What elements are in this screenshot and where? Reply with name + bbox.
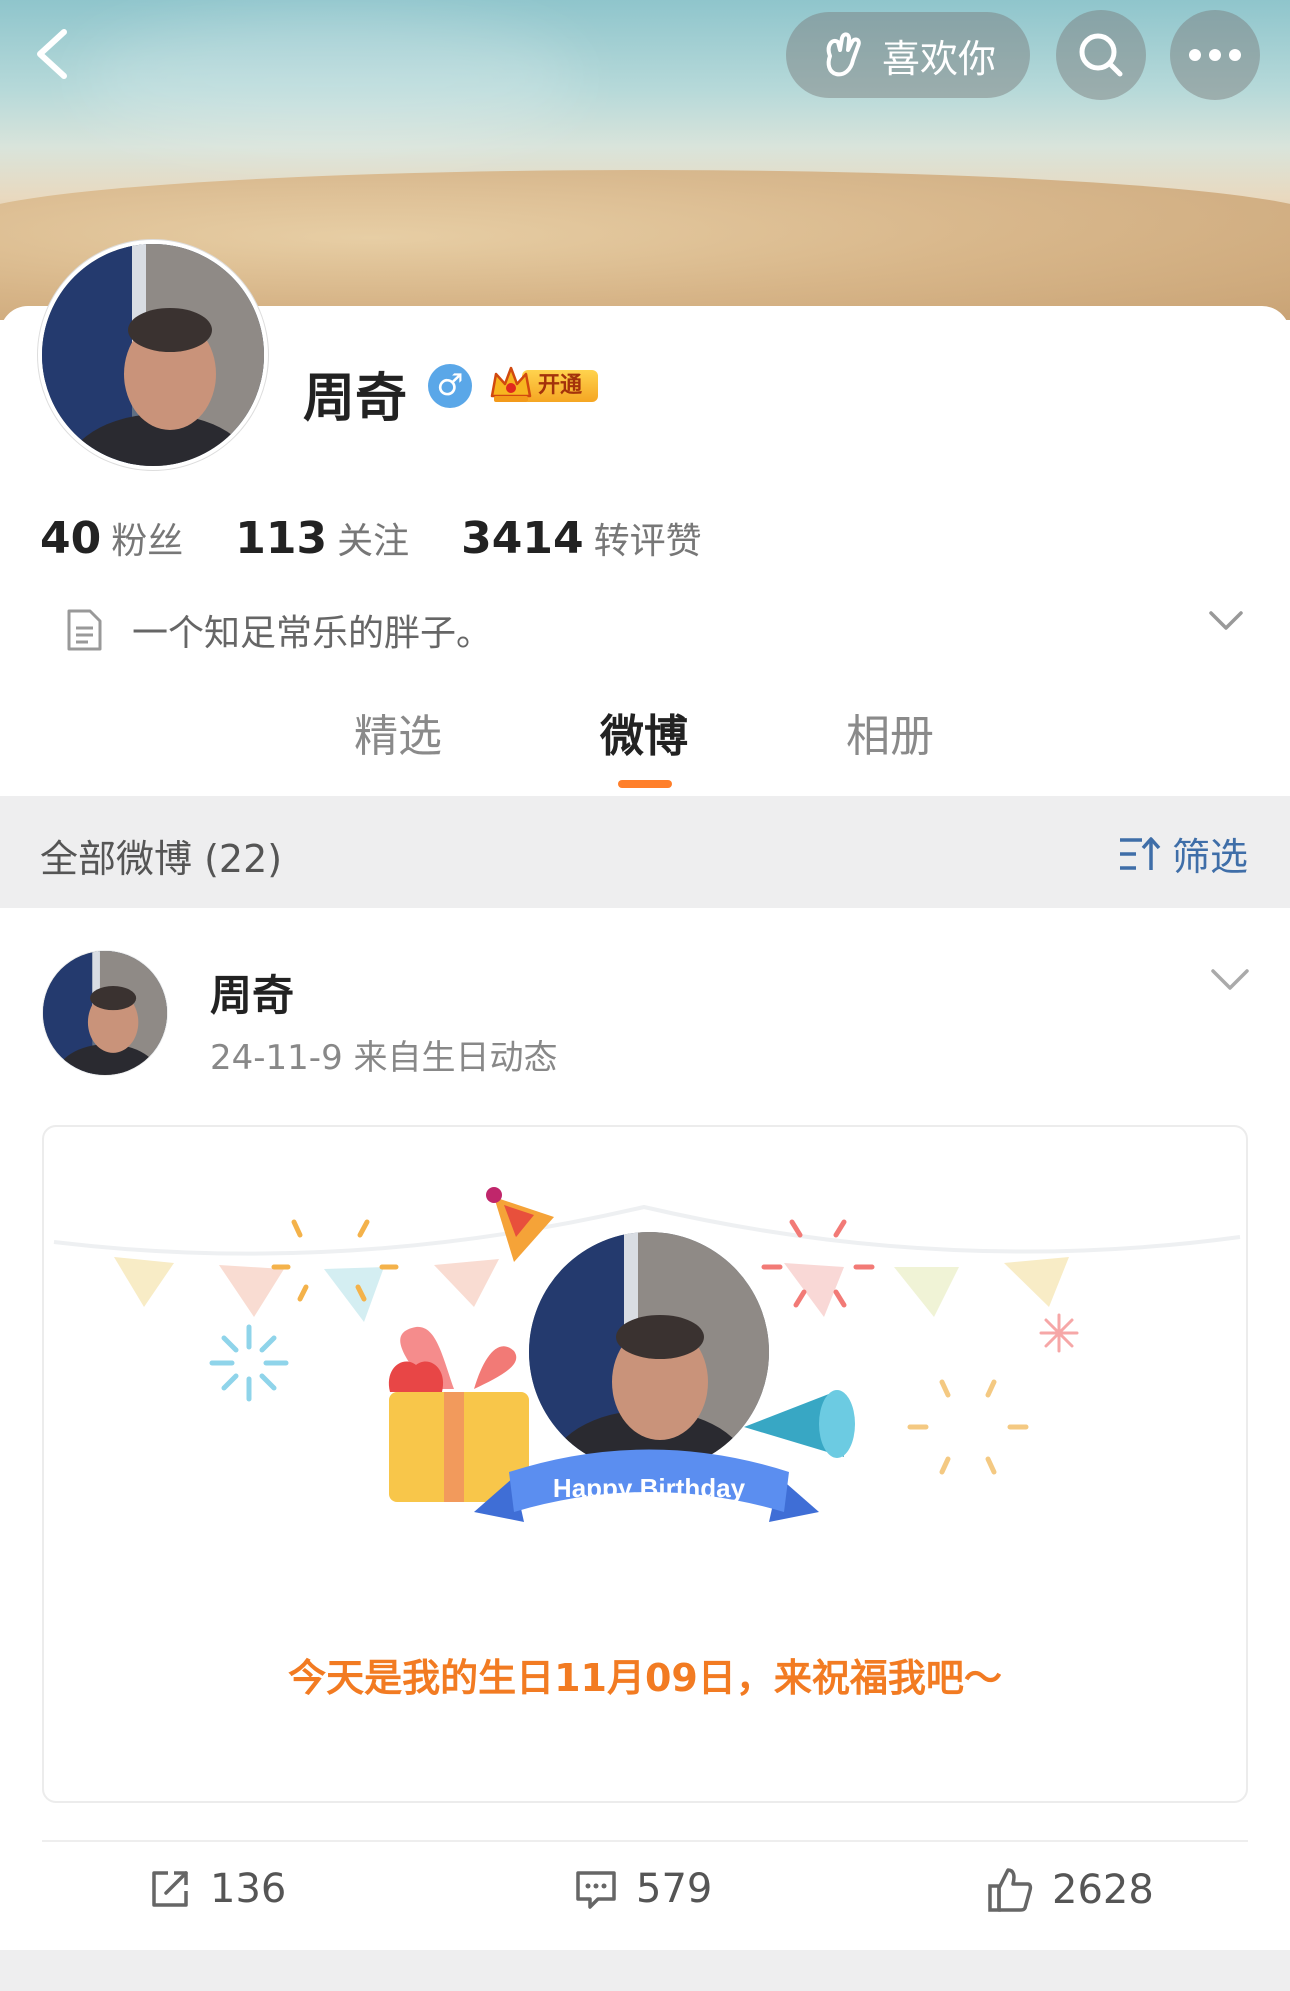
more-icon	[1189, 49, 1241, 61]
post-actions: 136 579 2628	[0, 1846, 1290, 1946]
bunting-flag	[219, 1265, 284, 1317]
profile-avatar[interactable]	[38, 240, 268, 470]
bio-row[interactable]: 一个知足常乐的胖子。	[64, 600, 1244, 660]
filter-icon	[1119, 836, 1161, 870]
more-options-button[interactable]	[1170, 10, 1260, 100]
following-count: 113	[235, 513, 328, 564]
stat-followers[interactable]: 40 粉丝	[40, 512, 183, 564]
document-icon	[67, 609, 102, 651]
tab-weibo[interactable]: 微博	[600, 700, 688, 764]
crown-icon	[490, 366, 532, 402]
sparkle-icon	[209, 1324, 289, 1402]
bunting-flag	[434, 1259, 499, 1307]
sparkle-icon	[271, 1219, 399, 1302]
happy-birthday-text: Happy Birthday	[553, 1473, 746, 1503]
filter-label: 筛选	[1171, 835, 1248, 879]
following-label: 关注	[337, 521, 410, 562]
stat-following[interactable]: 113 关注	[235, 512, 409, 564]
male-icon: ♂	[428, 364, 472, 408]
filter-button[interactable]: 筛选	[1118, 826, 1248, 881]
party-horn-icon	[744, 1390, 855, 1458]
post-menu-chevron-icon[interactable]	[1210, 968, 1250, 992]
all-posts-count: 全部微博 (22)	[40, 837, 283, 881]
stat-interactions[interactable]: 3414 转评赞	[461, 512, 701, 564]
interactions-label: 转评赞	[593, 521, 702, 562]
thumbs-up-icon	[988, 1868, 1033, 1912]
bunting-flag	[114, 1257, 174, 1307]
profile-stats: 40 粉丝 113 关注 3414 转评赞	[40, 512, 702, 564]
avatar-photo	[42, 244, 264, 466]
post-author-name[interactable]: 周奇	[210, 962, 294, 1023]
comment-count: 579	[636, 1866, 713, 1912]
like-you-button[interactable]: 喜欢你	[786, 12, 1030, 98]
party-hat-icon	[486, 1187, 554, 1262]
feed-separator	[0, 1950, 1290, 1991]
active-tab-indicator	[618, 780, 672, 788]
gift-icon	[388, 1326, 529, 1502]
feed-filter-bar: 全部微博 (22) 筛选	[0, 796, 1290, 908]
repost-icon	[152, 1871, 188, 1907]
sparkle-icon	[1039, 1313, 1079, 1353]
tab-album[interactable]: 相册	[846, 700, 934, 764]
like-button[interactable]: 2628	[986, 1866, 1154, 1914]
like-you-label: 喜欢你	[881, 36, 996, 81]
bunting-flag	[324, 1267, 384, 1322]
birthday-illustration: Happy Birthday	[53, 1187, 1241, 1522]
profile-name: 周奇	[303, 369, 408, 429]
post-author-avatar[interactable]	[42, 950, 168, 1076]
chevron-left-icon	[37, 29, 67, 79]
search-button[interactable]	[1056, 10, 1146, 100]
bunting-flag	[894, 1267, 959, 1317]
comment-icon	[576, 1871, 616, 1909]
bunting-flag	[1004, 1257, 1069, 1307]
vip-open-button[interactable]: 开通	[488, 362, 598, 408]
avatar-photo	[43, 951, 167, 1075]
chevron-down-icon[interactable]	[1208, 610, 1244, 632]
post-divider	[42, 1840, 1248, 1842]
followers-label: 粉丝	[111, 521, 184, 562]
hand-heart-icon	[826, 32, 861, 77]
tab-featured[interactable]: 精选	[354, 700, 442, 764]
interactions-count: 3414	[461, 513, 584, 564]
back-button[interactable]	[28, 24, 78, 84]
birthday-wish-text: 今天是我的生日11月09日，来祝福我吧～	[288, 1656, 1002, 1700]
comment-button[interactable]: 579	[574, 1866, 712, 1912]
like-count: 2628	[1052, 1867, 1154, 1913]
bio-text: 一个知足常乐的胖子。	[132, 613, 493, 654]
followers-count: 40	[40, 513, 102, 564]
post-meta: 24-11-9 来自生日动态	[210, 1038, 558, 1078]
repost-count: 136	[210, 1866, 287, 1912]
sparkle-icon	[907, 1379, 1029, 1475]
repost-button[interactable]: 136	[148, 1866, 286, 1912]
search-icon	[1079, 33, 1123, 77]
birthday-card[interactable]: Happy Birthday 今天是我的生日11月09日，来祝福我吧～	[42, 1125, 1248, 1803]
